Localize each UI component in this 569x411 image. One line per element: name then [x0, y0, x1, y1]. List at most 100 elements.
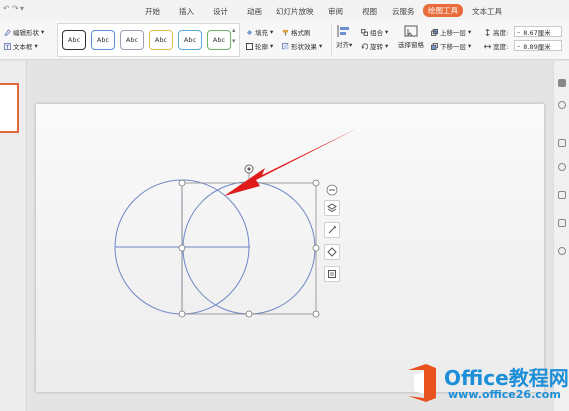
float-toolbar-collapse-icon[interactable]: [326, 184, 338, 196]
edit-shape-label: 编辑形状: [13, 29, 39, 37]
tab-slideshow[interactable]: 幻灯片放映: [276, 6, 314, 17]
layer-button[interactable]: [324, 200, 340, 216]
bring-forward-button[interactable]: 上移一层 ▾: [431, 27, 471, 37]
align-icon: [337, 25, 350, 37]
rail-transition-icon[interactable]: [558, 191, 566, 199]
rotate-icon: [361, 42, 368, 50]
text-box-label: 文本框: [13, 43, 33, 51]
shape-style-2[interactable]: Abc: [91, 30, 115, 50]
shape-style-button[interactable]: [324, 266, 340, 282]
tab-animation[interactable]: 动画: [247, 6, 262, 17]
rotate-button[interactable]: 旋转 ▾: [361, 41, 388, 51]
align-button[interactable]: 对齐▾: [336, 24, 352, 49]
ribbon-divider: [331, 24, 332, 56]
slide-canvas[interactable]: [36, 104, 544, 392]
send-backward-label: 下移一层: [440, 43, 466, 51]
resize-handle: [312, 310, 320, 318]
shape-fill-button[interactable]: [324, 244, 340, 260]
outline-button[interactable]: 轮廓 ▾: [246, 41, 273, 51]
redo-icon[interactable]: ↷: [12, 4, 19, 13]
resize-handle: [178, 244, 186, 252]
shape-style-5[interactable]: Abc: [178, 30, 202, 50]
fill-button[interactable]: 填充 ▾: [246, 27, 273, 37]
gallery-scroll-down-icon[interactable]: ▾: [232, 37, 236, 45]
tab-insert[interactable]: 插入: [179, 6, 194, 17]
quick-access-more-icon[interactable]: ▾: [20, 4, 24, 13]
dropdown-icon: ▾: [270, 42, 274, 50]
edit-shape-icon: [4, 28, 11, 36]
bring-forward-icon: [431, 28, 438, 36]
selection-pane-icon: [404, 25, 418, 37]
office-logo: [408, 364, 436, 402]
send-backward-button[interactable]: 下移一层 ▾: [431, 41, 471, 51]
align-label: 对齐: [336, 41, 349, 49]
rail-help-icon[interactable]: [558, 247, 566, 255]
edit-shape-button[interactable]: 编辑形状 ▾: [4, 27, 44, 37]
shape-effect-label: 形状效果: [291, 43, 317, 51]
shape-style-gallery: Abc Abc Abc Abc Abc Abc ▴ ▾: [57, 23, 240, 57]
tab-text-tools[interactable]: 文本工具: [472, 6, 502, 17]
watermark-url: www.office26.com: [448, 388, 561, 401]
dropdown-icon: ▾: [41, 28, 45, 36]
resize-handle: [312, 179, 320, 187]
rail-animation-icon[interactable]: [558, 163, 566, 171]
tab-drawing-tools[interactable]: 绘图工具: [423, 4, 463, 17]
height-label: 高度:: [493, 29, 509, 37]
layers-icon: [327, 203, 337, 213]
watermark-title: Office教程网: [444, 366, 569, 390]
tab-cloud[interactable]: 云服务: [392, 6, 415, 17]
tab-review[interactable]: 审阅: [328, 6, 343, 17]
shape-style-1[interactable]: Abc: [62, 30, 86, 50]
height-field[interactable]: – 8.67厘米: [514, 26, 562, 37]
rail-property-icon[interactable]: [558, 219, 566, 227]
menu-tab-bar: ↶ ↷ ▾ 开始 插入 设计 动画 幻灯片放映 审阅 视图 云服务 绘图工具 文…: [0, 0, 569, 20]
group-button[interactable]: 组合 ▾: [361, 27, 388, 37]
shape-effect-icon: [282, 42, 289, 50]
fill-bucket-icon: [327, 247, 337, 257]
dropdown-icon: ▾: [385, 42, 389, 50]
width-decrement-icon[interactable]: –: [517, 42, 520, 50]
tab-view[interactable]: 视图: [362, 6, 377, 17]
tab-design[interactable]: 设计: [213, 6, 228, 17]
tab-home[interactable]: 开始: [145, 6, 160, 17]
width-label: 宽度:: [493, 43, 509, 51]
resize-handle: [245, 310, 253, 318]
dropdown-icon: ▾: [270, 28, 274, 36]
shape-style-6[interactable]: Abc: [207, 30, 231, 50]
width-field[interactable]: – 8.89厘米: [514, 40, 562, 51]
shape-style-3[interactable]: Abc: [120, 30, 144, 50]
gallery-scroll-up-icon[interactable]: ▴: [232, 26, 236, 34]
rail-settings-icon[interactable]: [558, 101, 566, 109]
format-brush-button[interactable]: 格式刷: [282, 27, 311, 37]
dropdown-icon: ▾: [319, 42, 323, 50]
fill-label: 填充: [255, 29, 268, 37]
rail-pane-icon[interactable]: [558, 79, 566, 87]
width-value: 8.89厘米: [523, 42, 551, 51]
square-frame-icon: [328, 270, 336, 278]
height-value: 8.67厘米: [523, 28, 551, 37]
height-decrement-icon[interactable]: –: [517, 28, 520, 36]
pen-icon: [328, 225, 337, 234]
shape-effect-button[interactable]: 形状效果 ▾: [282, 41, 322, 51]
undo-icon[interactable]: ↶: [3, 4, 10, 13]
send-backward-icon: [431, 42, 438, 50]
slide-thumbnail-panel: [0, 61, 27, 411]
format-brush-icon: [282, 29, 289, 36]
text-box-icon: [4, 42, 11, 50]
rail-format-icon[interactable]: [558, 139, 566, 147]
fill-bucket-icon: [246, 29, 253, 35]
resize-handle: [178, 310, 186, 318]
outline-pen-button[interactable]: [324, 222, 340, 238]
right-task-rail: [553, 61, 569, 411]
dropdown-icon: ▾: [349, 41, 353, 49]
height-icon: [485, 28, 490, 36]
dropdown-icon: ▾: [34, 42, 38, 50]
selection-pane-button[interactable]: 选择窗格: [398, 24, 424, 49]
outline-icon: [246, 42, 253, 50]
shape-style-4[interactable]: Abc: [149, 30, 173, 50]
slide-thumbnail[interactable]: [0, 83, 19, 133]
dropdown-icon: ▾: [468, 28, 472, 36]
rotation-handle[interactable]: [244, 164, 254, 174]
width-icon: [484, 43, 491, 49]
text-box-button[interactable]: 文本框 ▾: [4, 41, 38, 51]
